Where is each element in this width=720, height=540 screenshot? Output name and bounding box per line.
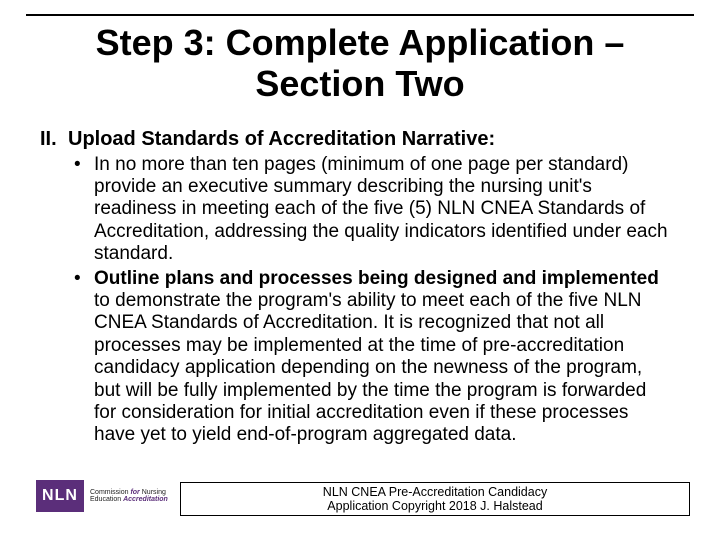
section-heading: II. Upload Standards of Accreditation Na… (40, 128, 672, 152)
footer-text: NLN CNEA Pre-Accreditation Candidacy App… (323, 485, 547, 514)
slide: Step 3: Complete Application – Section T… (0, 0, 720, 540)
title-line-2: Section Two (255, 63, 464, 104)
footer-bar: NLN CNEA Pre-Accreditation Candidacy App… (180, 482, 690, 516)
nln-logo: NLN Commission for Nursing Education Acc… (36, 480, 168, 512)
bullet-2-lead: Outline plans and processes being design… (94, 268, 659, 289)
logo-text-line-2: Education Accreditation (90, 496, 168, 503)
logo-abbrev: NLN (42, 487, 78, 505)
list-item: In no more than ten pages (minimum of on… (68, 154, 672, 266)
bullet-1-text: In no more than ten pages (minimum of on… (94, 154, 668, 265)
top-rule (26, 14, 694, 16)
section-heading-text: Upload Standards of Accreditation Narrat… (68, 128, 495, 152)
footer-line-1: NLN CNEA Pre-Accreditation Candidacy (323, 485, 547, 499)
list-item: Outline plans and processes being design… (68, 268, 672, 447)
title-line-1: Step 3: Complete Application – (96, 22, 625, 63)
nln-logo-mark: NLN (36, 480, 84, 512)
bullet-2-rest: to demonstrate the program's ability to … (94, 290, 646, 445)
section-number: II. (40, 128, 68, 152)
logo-text-line-1: Commission for Nursing (90, 489, 168, 496)
footer-line-2: Application Copyright 2018 J. Halstead (327, 499, 542, 513)
nln-logo-text: Commission for Nursing Education Accredi… (90, 489, 168, 504)
body-content: II. Upload Standards of Accreditation Na… (40, 128, 672, 449)
bullet-list: In no more than ten pages (minimum of on… (40, 154, 672, 447)
slide-title: Step 3: Complete Application – Section T… (40, 22, 680, 105)
